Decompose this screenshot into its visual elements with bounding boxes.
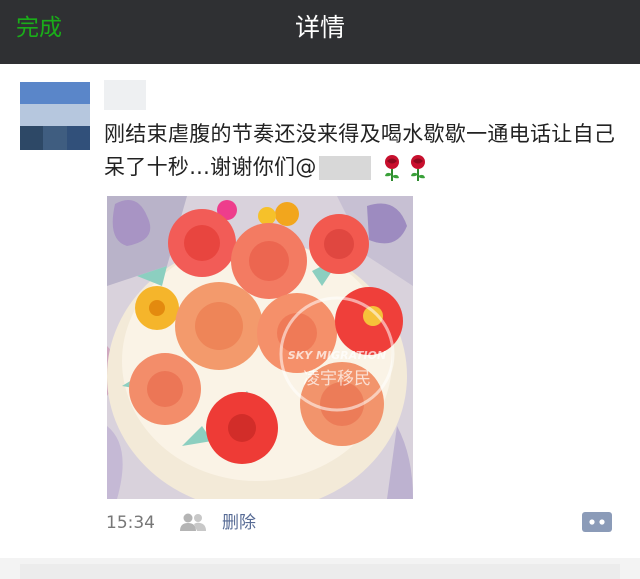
rose-icon [381, 154, 403, 182]
people-icon [180, 512, 206, 532]
delete-button[interactable]: 删除 [222, 512, 256, 534]
post-text: 刚结束虐腹的节奏还没来得及喝水歇歇一通电话让自己呆了十秒...谢谢你们@ [104, 118, 624, 184]
watermark-cn: 凌宇移民 [303, 369, 371, 389]
username-blurred[interactable] [104, 80, 146, 110]
comment-icon[interactable] [582, 510, 612, 534]
watermark-en: SKY MIGRATION [288, 349, 386, 362]
footer-strip [0, 558, 640, 579]
avatar[interactable] [20, 82, 90, 150]
rose-icon [407, 154, 429, 182]
post-timestamp: 15:34 [106, 513, 155, 533]
navbar: 完成 详情 [0, 0, 640, 64]
page-title: 详情 [294, 13, 345, 42]
mention-blurred[interactable] [318, 156, 371, 180]
post-photo[interactable]: SKY MIGRATION 凌宇移民 [107, 196, 413, 499]
